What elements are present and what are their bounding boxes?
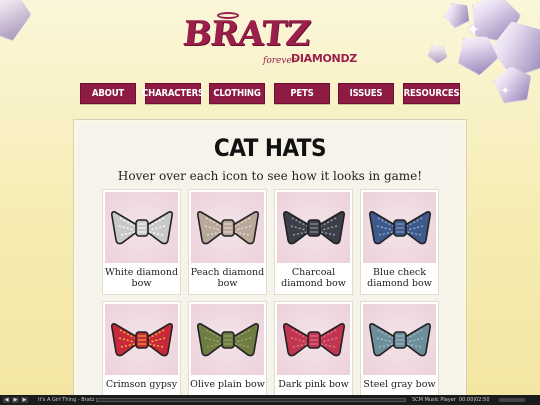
bow-icon [283, 323, 345, 357]
item-card[interactable]: Peach diamond bow [188, 189, 267, 295]
item-image[interactable] [191, 192, 264, 263]
bow-icon [197, 323, 259, 357]
nav-resources[interactable]: RESOURCES [403, 83, 460, 104]
nav-about[interactable]: ABOUT [80, 83, 136, 104]
bow-icon [369, 323, 431, 357]
item-image[interactable] [363, 192, 436, 263]
item-card[interactable]: Dark pink bow [274, 301, 353, 405]
item-image[interactable] [105, 304, 178, 375]
item-card[interactable]: Charcoal diamond bow [274, 189, 353, 295]
page-title: CAT HATS [213, 134, 327, 162]
nav-pets[interactable]: PETS [274, 83, 330, 104]
item-card[interactable]: Olive plain bow [188, 301, 267, 405]
bow-icon [283, 211, 345, 245]
item-image[interactable] [277, 304, 350, 375]
page-subtitle: Hover over each icon to see how it looks… [117, 169, 423, 183]
item-label: Charcoal diamond bow [281, 267, 346, 289]
track-title: It's A Girl Thing - Bratz [38, 397, 95, 403]
seek-bar[interactable] [96, 398, 406, 402]
next-icon[interactable]: ▶ [21, 397, 28, 403]
item-card[interactable]: Blue check diamond bow [360, 189, 439, 295]
time-display: 00:00|02:50 [459, 397, 490, 403]
diamond-icon [425, 40, 452, 67]
logo-wordmark: BRATZ [180, 14, 312, 54]
nav-clothing[interactable]: CLOTHING [209, 83, 265, 104]
item-label: Olive plain bow [190, 379, 265, 390]
prev-icon[interactable]: ◀ [3, 397, 10, 403]
item-image[interactable] [105, 192, 178, 263]
item-label: Dark pink bow [278, 379, 349, 390]
item-label: Crimson gypsy [105, 379, 178, 390]
bow-icon [369, 211, 431, 245]
diamond-icon [0, 0, 37, 44]
nav-characters[interactable]: CHARACTERS [142, 83, 204, 104]
bow-icon [111, 323, 173, 357]
decorative-diamonds-left [0, 0, 50, 60]
item-image[interactable] [191, 304, 264, 375]
music-player: ◀ ▶ ▶ It's A Girl Thing - Bratz SCM Musi… [0, 395, 540, 405]
item-card[interactable]: Crimson gypsy [102, 301, 181, 405]
nav-issues[interactable]: ISSUES [338, 83, 394, 104]
item-label: Blue check diamond bow [367, 267, 432, 289]
volume-slider[interactable] [499, 398, 525, 402]
main-nav: ABOUT CHARACTERS CLOTHING PETS ISSUES RE… [80, 83, 460, 104]
content-panel: CAT HATS Hover over each icon to see how… [73, 119, 467, 405]
item-label: Steel gray bow [363, 379, 436, 390]
item-label: White diamond bow [104, 267, 179, 289]
sparkle-icon: ✦ [500, 84, 510, 97]
bow-icon [197, 211, 259, 245]
item-card[interactable]: White diamond bow [102, 189, 181, 295]
item-label: Peach diamond bow [190, 267, 265, 289]
sparkle-icon: ✦ [466, 20, 480, 39]
site-logo[interactable]: BRATZ forever DIAMONDZ [180, 12, 358, 72]
play-icon[interactable]: ▶ [12, 397, 19, 403]
player-name: SCM Music Player [412, 397, 456, 403]
bow-icon [111, 211, 173, 245]
logo-diamondz: DIAMONDZ [291, 52, 357, 65]
item-image[interactable] [277, 192, 350, 263]
item-image[interactable] [363, 304, 436, 375]
item-card[interactable]: Steel gray bow [360, 301, 439, 405]
